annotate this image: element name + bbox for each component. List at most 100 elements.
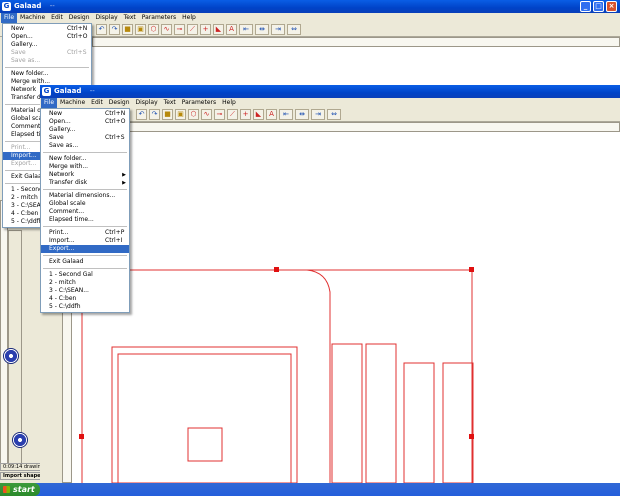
back-menu-text[interactable]: Text [121, 13, 139, 23]
align-left-icon[interactable]: ⇤ [239, 24, 253, 35]
front-file-item-material-dimensions[interactable]: Material dimensions... [41, 192, 129, 200]
back-file-item-gallery[interactable]: Gallery... [3, 41, 91, 49]
menu-item-label: Export... [11, 160, 37, 167]
galaad-logo-icon [3, 348, 19, 364]
front-file-item-comment[interactable]: Comment... [41, 208, 129, 216]
line-tool-icon[interactable]: ⟋ [227, 109, 238, 120]
back-file-item-open[interactable]: Open... Ctrl+O [3, 33, 91, 41]
menu-item-label: Export... [49, 245, 75, 252]
undo-icon[interactable]: ↶ [96, 24, 107, 35]
back-menu-file[interactable]: File [1, 13, 18, 23]
align-right-icon[interactable]: ⇥ [311, 109, 325, 120]
back-menu-design[interactable]: Design [66, 13, 93, 23]
front-file-item-gallery[interactable]: Gallery... [41, 126, 129, 134]
crop-icon[interactable]: ◣ [253, 109, 264, 120]
shapes-icon[interactable]: ■ [162, 109, 173, 120]
menu-item-label: Network [11, 86, 37, 93]
cross-icon[interactable]: + [240, 109, 251, 120]
front-file-item-export[interactable]: Export... [41, 245, 129, 253]
menu-separator [43, 226, 127, 227]
polygon-icon[interactable]: ⬡ [148, 24, 159, 35]
redo-icon[interactable]: ↷ [149, 109, 160, 120]
front-menu-machine[interactable]: Machine [57, 98, 88, 108]
text-icon[interactable]: A [266, 109, 277, 120]
distribute-icon[interactable]: ⇔ [287, 24, 301, 35]
minimize-icon[interactable]: _ [580, 1, 591, 12]
front-file-item-new-folder[interactable]: New folder... [41, 155, 129, 163]
front-file-item-save-as[interactable]: Save as... [41, 142, 129, 150]
back-menu-edit[interactable]: Edit [48, 13, 66, 23]
menu-item-label: Import... [49, 237, 75, 244]
front-titlebar[interactable]: G Galaad -- [40, 85, 620, 98]
node-icon[interactable]: ⊸ [174, 24, 185, 35]
front-canvas[interactable] [72, 132, 620, 483]
front-menu-parameters[interactable]: Parameters [179, 98, 219, 108]
slot-1 [331, 343, 363, 483]
front-file-item-2-mitch[interactable]: 2 - mitch [41, 279, 129, 287]
taskbar: start [0, 483, 620, 496]
front-file-item-merge-with[interactable]: Merge with... [41, 163, 129, 171]
front-file-item-network[interactable]: Network ▶ [41, 171, 129, 179]
start-button[interactable]: start [0, 483, 40, 496]
front-file-item-import[interactable]: Import... Ctrl+I [41, 237, 129, 245]
front-file-item-exit-galaad[interactable]: Exit Galaad [41, 258, 129, 266]
back-menu-display[interactable]: Display [93, 13, 121, 23]
front-file-item-open[interactable]: Open... Ctrl+O [41, 118, 129, 126]
front-menu-edit[interactable]: Edit [88, 98, 106, 108]
front-file-item-print[interactable]: Print... Ctrl+P [41, 229, 129, 237]
align-left-icon[interactable]: ⇤ [279, 109, 293, 120]
front-file-item-5-c-ddfh[interactable]: 5 - C:\ddfh [41, 303, 129, 311]
polygon-icon[interactable]: ⬡ [188, 109, 199, 120]
front-menu-file[interactable]: File [41, 98, 58, 108]
close-icon[interactable]: × [606, 1, 617, 12]
menu-item-label: Global scale [49, 200, 86, 207]
curve-icon[interactable]: ∿ [161, 24, 172, 35]
menu-item-label: New folder... [49, 155, 87, 162]
crop-icon[interactable]: ◣ [213, 24, 224, 35]
back-file-item-new[interactable]: New Ctrl+N [3, 25, 91, 33]
redo-icon[interactable]: ↷ [109, 24, 120, 35]
front-file-item-1-second-gal[interactable]: 1 - Second Gal [41, 271, 129, 279]
shapes-icon[interactable]: ■ [122, 24, 133, 35]
front-menu-help[interactable]: Help [219, 98, 239, 108]
distribute-icon[interactable]: ⇔ [327, 109, 341, 120]
back-file-item-new-folder[interactable]: New folder... [3, 70, 91, 78]
line-tool-icon[interactable]: ⟋ [187, 24, 198, 35]
layers-icon[interactable]: ▣ [175, 109, 186, 120]
front-file-item-new[interactable]: New Ctrl+N [41, 110, 129, 118]
front-menu-display[interactable]: Display [133, 98, 161, 108]
back-menu-parameters[interactable]: Parameters [139, 13, 179, 23]
back-menu-machine[interactable]: Machine [17, 13, 48, 23]
back-menu-help[interactable]: Help [179, 13, 199, 23]
galaad-app-icon: G [2, 2, 11, 11]
node-icon[interactable]: ⊸ [214, 109, 225, 120]
layers-icon[interactable]: ▣ [135, 24, 146, 35]
maximize-icon[interactable]: □ [593, 1, 604, 12]
front-file-item-transfer-disk[interactable]: Transfer disk ▶ [41, 179, 129, 187]
menu-item-label: Merge with... [49, 163, 89, 170]
menu-item-label: Network [49, 171, 75, 178]
front-menu-design[interactable]: Design [106, 98, 133, 108]
front-file-item-global-scale[interactable]: Global scale [41, 200, 129, 208]
align-center-icon[interactable]: ⇹ [255, 24, 269, 35]
front-file-item-elapsed-time[interactable]: Elapsed time... [41, 216, 129, 224]
menu-separator [43, 152, 127, 153]
back-file-item-save[interactable]: Save Ctrl+S [3, 49, 91, 57]
back-status-time: 0:09:14 drawing [0, 463, 42, 471]
inner-frame [117, 353, 292, 483]
front-file-item-3-c-sean[interactable]: 3 - C:\SEAN... [41, 287, 129, 295]
front-file-item-save[interactable]: Save Ctrl+S [41, 134, 129, 142]
align-center-icon[interactable]: ⇹ [295, 109, 309, 120]
front-file-item-4-c-ben[interactable]: 4 - C:ben [41, 295, 129, 303]
align-right-icon[interactable]: ⇥ [271, 24, 285, 35]
back-file-item-save-as[interactable]: Save as... [3, 57, 91, 65]
undo-icon[interactable]: ↶ [136, 109, 147, 120]
menu-item-label: 2 - mitch [49, 279, 76, 286]
menu-item-label: Elapsed time... [49, 216, 94, 223]
back-titlebar[interactable]: G Galaad -- _ □ × [0, 0, 620, 13]
curve-icon[interactable]: ∿ [201, 109, 212, 120]
front-menu-text[interactable]: Text [161, 98, 179, 108]
menu-item-label: Comment... [49, 208, 85, 215]
cross-icon[interactable]: + [200, 24, 211, 35]
text-icon[interactable]: A [226, 24, 237, 35]
